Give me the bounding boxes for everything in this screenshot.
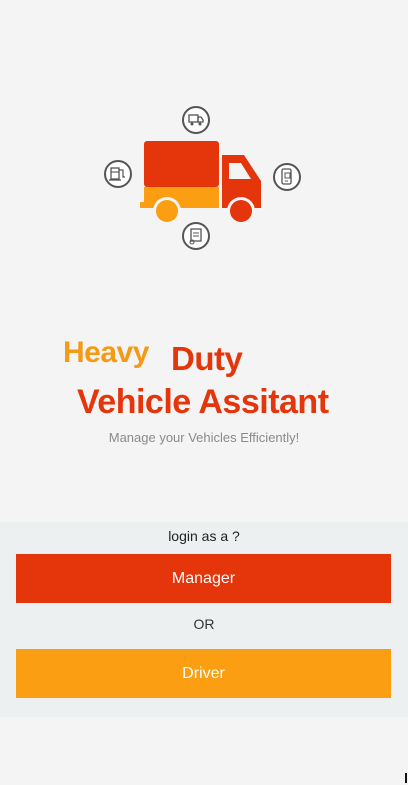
manager-login-button[interactable]: Manager	[16, 554, 391, 603]
app-title-heavy: Heavy	[63, 336, 149, 369]
app-screen: Heavy Duty Vehicle Assitant Manage your …	[0, 0, 408, 785]
mobile-phone-icon	[273, 163, 301, 191]
driver-login-button[interactable]: Driver	[16, 649, 391, 698]
scroll-indicator	[405, 773, 407, 783]
or-separator: OR	[193, 616, 215, 632]
app-tagline: Manage your Vehicles Efficiently!	[108, 430, 300, 445]
clipboard-location-icon	[182, 222, 210, 250]
login-prompt: login as a ?	[168, 528, 240, 544]
fuel-pump-icon	[104, 160, 132, 188]
app-title-duty: Duty	[171, 340, 243, 377]
delivery-truck-icon	[182, 106, 210, 134]
app-logo	[104, 106, 301, 250]
truck-icon	[140, 141, 261, 225]
app-title-line2: Vehicle Assitant	[77, 383, 329, 421]
login-panel: login as a ? Manager OR Driver	[0, 522, 408, 717]
